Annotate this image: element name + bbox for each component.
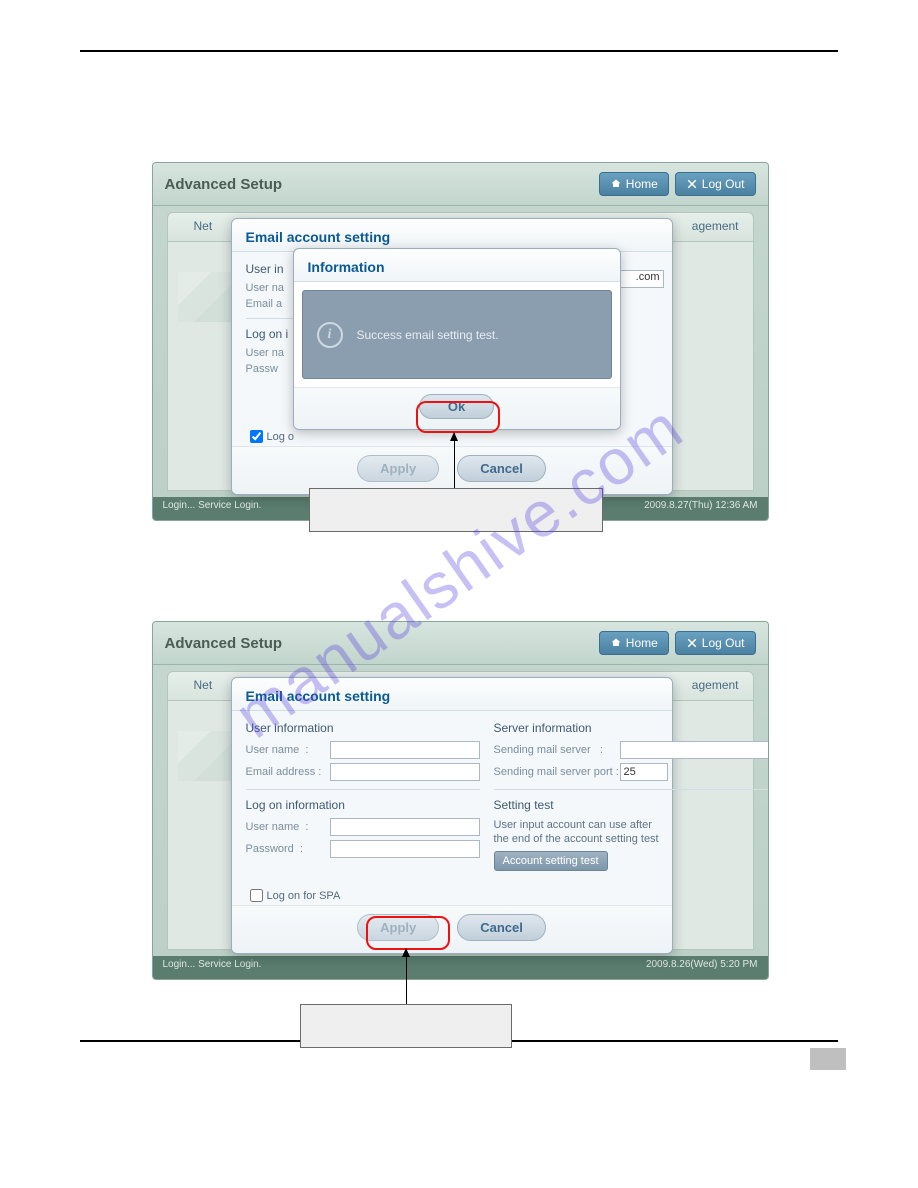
email-address-input[interactable] [330, 763, 480, 781]
status-right: 2009.8.27(Thu) 12:36 AM [644, 500, 757, 520]
cancel-button[interactable]: Cancel [457, 914, 546, 941]
bg-com-input[interactable]: .com [618, 270, 664, 288]
bg-logon: Log on i [246, 327, 289, 341]
user-info-heading: User information [246, 721, 480, 735]
logout-label: Log Out [702, 636, 745, 650]
app-window: Advanced Setup Home Log Out [152, 162, 769, 521]
spa-label: Log on for SPA [267, 890, 341, 902]
page-top-rule [80, 50, 838, 52]
setting-test-heading: Setting test [494, 798, 769, 812]
screenshot-2: Advanced Setup Home Log Out [152, 621, 767, 980]
user-name-label: User name : [246, 744, 330, 756]
callout-arrow-2 [406, 949, 407, 1004]
status-left: Login... Service Login. [163, 959, 262, 979]
logout-button[interactable]: Log Out [675, 631, 756, 655]
close-icon [686, 637, 698, 649]
logon-info-heading: Log on information [246, 798, 480, 812]
status-bar: Login... Service Login. 2009.8.26(Wed) 5… [153, 956, 768, 979]
tab-left[interactable]: Net [194, 219, 213, 233]
information-dialog: Information i Success email setting test… [293, 248, 621, 430]
home-button[interactable]: Home [599, 172, 669, 196]
home-icon [610, 637, 622, 649]
home-icon [610, 178, 622, 190]
email-dialog-title: Email account setting [232, 678, 672, 711]
userinfo-short: User in [246, 262, 284, 276]
callout-box-1 [309, 488, 603, 532]
screenshot-1: Advanced Setup Home Log Out [152, 162, 767, 521]
server-info-heading: Server information [494, 721, 769, 735]
page-number-box [810, 1048, 846, 1070]
password-label: Password : [246, 843, 330, 855]
home-label: Home [626, 177, 658, 191]
info-icon: i [317, 322, 343, 348]
email-settings-dialog: Email account setting User information U… [231, 677, 673, 954]
sending-port-input[interactable] [620, 763, 668, 781]
app-title: Advanced Setup [165, 176, 593, 193]
info-message: Success email setting test. [357, 328, 499, 342]
tab-left[interactable]: Net [194, 678, 213, 692]
status-left: Login... Service Login. [163, 500, 262, 520]
user-name-input[interactable] [330, 741, 480, 759]
email-address-label: Email address : [246, 766, 330, 778]
home-label: Home [626, 636, 658, 650]
ok-button[interactable]: Ok [419, 394, 494, 419]
sending-port-label: Sending mail server port : [494, 766, 620, 778]
info-dialog-title: Information [294, 249, 620, 282]
apply-button[interactable]: Apply [357, 455, 439, 482]
home-button[interactable]: Home [599, 631, 669, 655]
tab-right[interactable]: agement [692, 678, 739, 692]
logout-button[interactable]: Log Out [675, 172, 756, 196]
spa-checkbox[interactable] [250, 889, 263, 902]
printer-illustration [178, 731, 238, 781]
cancel-button[interactable]: Cancel [457, 455, 546, 482]
account-setting-test-button[interactable]: Account setting test [494, 851, 608, 871]
title-bar: Advanced Setup Home Log Out [153, 163, 768, 206]
title-bar: Advanced Setup Home Log Out [153, 622, 768, 665]
password-input[interactable] [330, 840, 480, 858]
app-window: Advanced Setup Home Log Out [152, 621, 769, 980]
spa-short: Log o [267, 431, 295, 443]
printer-illustration [178, 272, 238, 322]
info-body: i Success email setting test. [302, 290, 612, 379]
spa-row: Log on for SPA [232, 882, 672, 905]
logon-user-name-label: User name : [246, 821, 330, 833]
apply-button[interactable]: Apply [357, 914, 439, 941]
close-icon [686, 178, 698, 190]
app-title: Advanced Setup [165, 635, 593, 652]
sending-server-label: Sending mail server : [494, 744, 620, 756]
tab-right[interactable]: agement [692, 219, 739, 233]
setting-test-note: User input account can use after the end… [494, 818, 769, 847]
logout-label: Log Out [702, 177, 745, 191]
callout-arrow-1 [454, 433, 455, 488]
status-right: 2009.8.26(Wed) 5:20 PM [646, 959, 758, 979]
sending-server-input[interactable] [620, 741, 769, 759]
callout-box-2 [300, 1004, 512, 1048]
logon-user-name-input[interactable] [330, 818, 480, 836]
spa-checkbox[interactable] [250, 430, 263, 443]
